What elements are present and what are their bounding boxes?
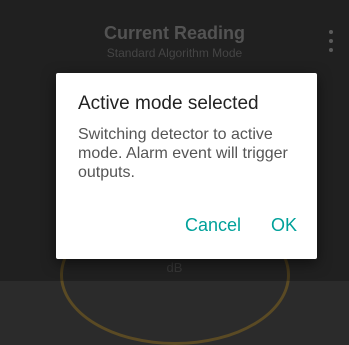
dialog-title: Active mode selected [78,93,259,114]
confirm-dialog: Active mode selected Switching detector … [56,73,317,259]
dialog-message: Switching detector to active mode. Alarm… [78,126,288,181]
dialog-actions: Cancel OK [185,215,297,236]
cancel-button[interactable]: Cancel [185,215,241,236]
ok-button[interactable]: OK [271,215,297,236]
